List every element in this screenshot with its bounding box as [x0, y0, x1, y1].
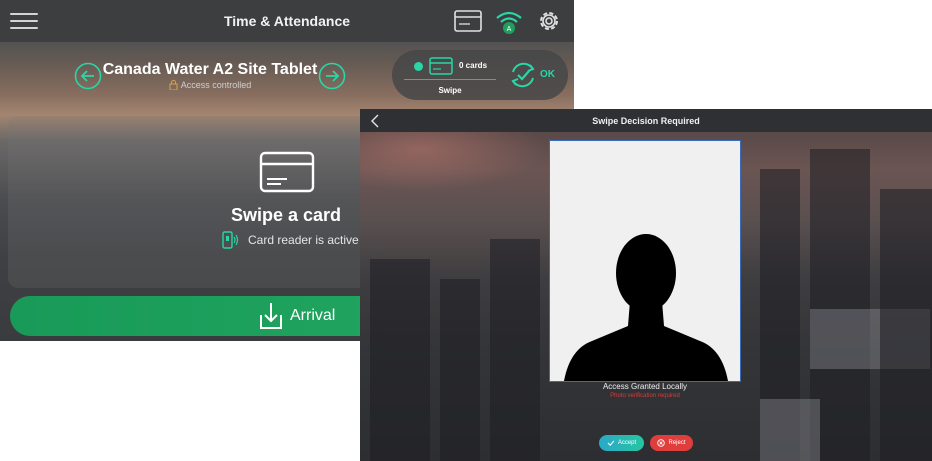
wifi-badge: A	[507, 26, 512, 33]
cards-count: 0 cards	[459, 61, 488, 70]
card-swipe-icon	[259, 151, 315, 193]
accept-button[interactable]: Accept	[599, 435, 644, 451]
swipe-label: Swipe	[438, 86, 462, 95]
reject-button[interactable]: Reject	[650, 435, 693, 451]
previous-arrow-icon[interactable]	[74, 62, 102, 90]
access-status-text: Access controlled	[180, 80, 252, 90]
app-title: Time & Attendance	[223, 13, 351, 29]
card-icon	[429, 57, 453, 75]
swipe-prompt: Swipe a card	[230, 205, 342, 225]
background-building	[440, 279, 480, 461]
arrival-label: Arrival	[290, 307, 336, 324]
accept-label: Accept	[617, 440, 637, 446]
reject-label: Reject	[668, 440, 686, 446]
close-circle-icon	[657, 439, 666, 447]
background-building	[880, 189, 932, 461]
wifi-icon[interactable]: A	[494, 6, 524, 36]
next-arrow-icon[interactable]	[318, 62, 346, 90]
check-icon	[607, 440, 615, 447]
background-building	[490, 239, 540, 461]
site-name: Canada Water A2 Site Tablet	[102, 61, 318, 78]
arrival-download-icon	[260, 303, 282, 329]
person-silhouette-icon	[564, 234, 728, 381]
cardholder-photo	[549, 140, 741, 382]
decision-status: Access Granted Locally	[602, 382, 688, 391]
ok-status: OK	[540, 69, 555, 80]
hamburger-menu-icon[interactable]	[10, 13, 38, 29]
status-dot	[414, 62, 423, 71]
sync-check-icon[interactable]	[508, 60, 538, 90]
background-building	[370, 259, 430, 461]
background-building	[760, 399, 820, 461]
card-reader-icon	[222, 231, 239, 249]
lock-icon	[169, 80, 178, 90]
verification-note: Photo verification required	[610, 393, 680, 399]
card-icon[interactable]	[454, 10, 482, 32]
gear-icon[interactable]	[536, 8, 562, 34]
reader-status: Card reader is active	[248, 233, 359, 247]
dialog-title: Swipe Decision Required	[592, 116, 700, 126]
widget-divider	[404, 79, 496, 80]
access-status: Access controlled	[100, 80, 320, 90]
